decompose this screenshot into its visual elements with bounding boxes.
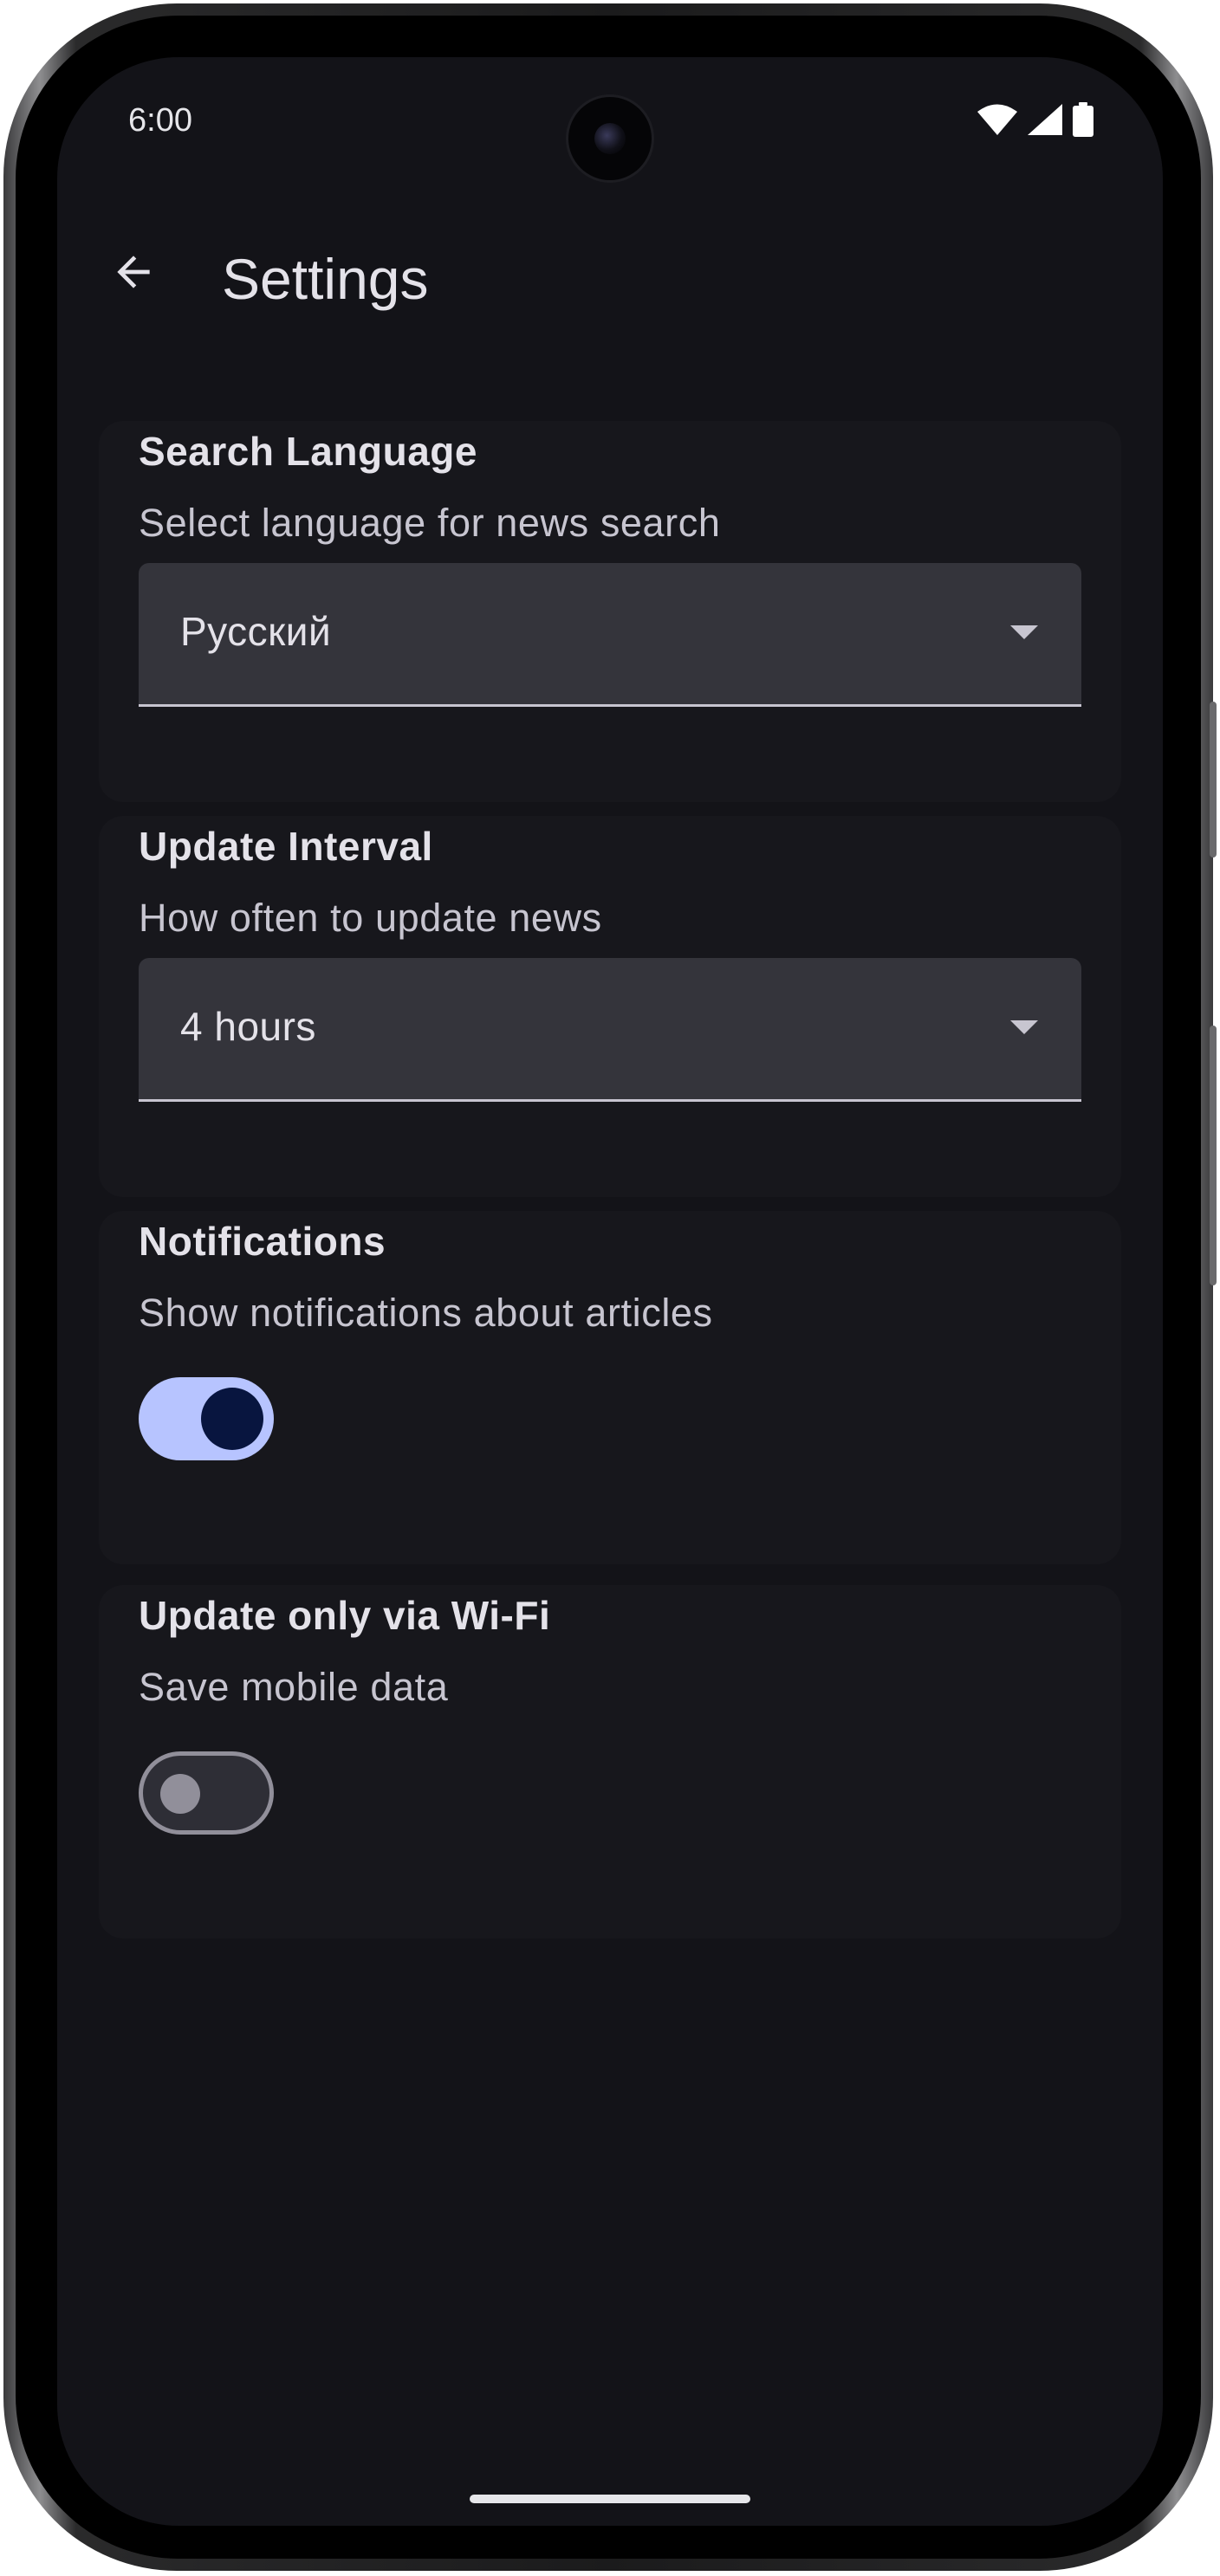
power-button — [1210, 702, 1217, 858]
notifications-title: Notifications — [139, 1219, 386, 1264]
update-interval-dropdown[interactable]: 4 hours — [139, 958, 1081, 1102]
update-interval-title: Update Interval — [139, 824, 433, 869]
status-icons — [977, 101, 1093, 141]
phone-frame: 6:00 Settings Search Language Select lan… — [3, 3, 1217, 2571]
wifi-icon — [977, 104, 1017, 139]
camera-lens — [594, 123, 626, 154]
search-language-value: Русский — [180, 609, 332, 654]
search-language-title: Search Language — [139, 429, 477, 474]
back-button[interactable] — [99, 239, 168, 308]
arrow-back-icon — [109, 248, 158, 301]
notifications-description: Show notifications about articles — [139, 1291, 713, 1335]
wifi-only-description: Save mobile data — [139, 1665, 449, 1709]
switch-thumb — [201, 1388, 263, 1450]
battery-icon — [1073, 101, 1093, 141]
cellular-signal-icon — [1028, 103, 1062, 139]
home-indicator[interactable] — [470, 2495, 750, 2503]
update-interval-value: 4 hours — [180, 1004, 316, 1049]
search-language-description: Select language for news search — [139, 501, 721, 545]
front-camera — [568, 97, 652, 180]
screen: 6:00 Settings Search Language Select lan… — [57, 57, 1163, 2526]
dropdown-arrow-icon — [1010, 1020, 1038, 1034]
page-title: Settings — [222, 247, 429, 311]
wifi-only-title: Update only via Wi-Fi — [139, 1593, 551, 1638]
dropdown-arrow-icon — [1010, 625, 1038, 639]
top-app-bar: Settings — [57, 213, 1163, 326]
update-interval-description: How often to update news — [139, 896, 602, 940]
volume-button — [1210, 1026, 1217, 1285]
status-time: 6:00 — [128, 102, 192, 139]
switch-thumb — [160, 1774, 200, 1814]
search-language-dropdown[interactable]: Русский — [139, 563, 1081, 707]
wifi-only-switch[interactable] — [139, 1751, 274, 1835]
notifications-switch[interactable] — [139, 1377, 274, 1460]
